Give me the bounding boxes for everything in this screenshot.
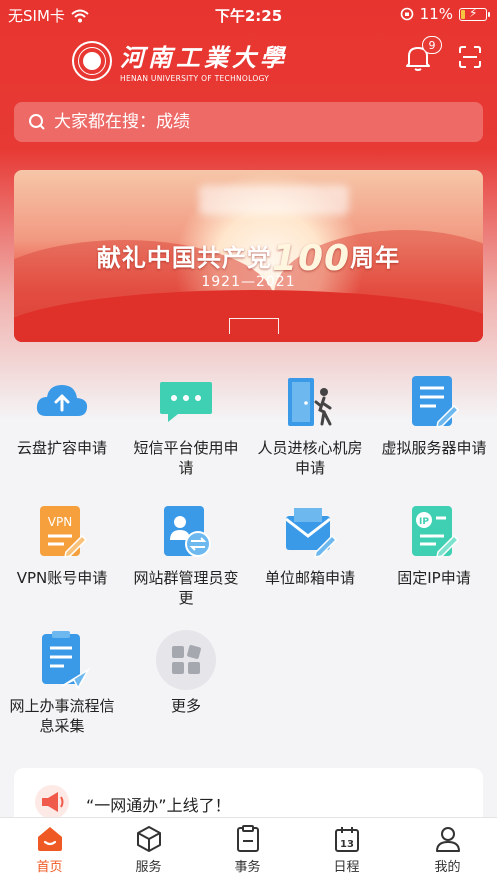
university-logo: 河南工業大學 HENAN UNIVERSITY OF TECHNOLOGY (72, 38, 288, 83)
megaphone-icon (35, 785, 69, 819)
promo-banner[interactable]: 献礼中国共产党100周年 1921—2021 (14, 170, 483, 342)
search-input[interactable] (54, 112, 454, 132)
service-label: 更多 (170, 697, 201, 715)
announcement-text: “一网通办”上线了！ (86, 796, 231, 815)
banner-years: 1921—2021 (201, 274, 296, 290)
more-grid-icon (156, 630, 216, 690)
service-label: 人员进核心机房申请 (257, 439, 363, 477)
logo-english-name: HENAN UNIVERSITY OF TECHNOLOGY (120, 74, 270, 83)
home-icon (37, 827, 62, 851)
tab-profile[interactable]: 我的 (398, 824, 497, 875)
service-cloud-disk[interactable]: 云盘扩容申请 (0, 372, 124, 458)
service-more[interactable]: 更多 (124, 630, 248, 716)
calendar-icon: 13 (334, 827, 359, 852)
tab-affairs[interactable]: 事务 (198, 824, 297, 875)
service-virtual-server[interactable]: 虚拟服务器申请 (372, 372, 496, 458)
gate-tower-icon (229, 318, 279, 334)
calendar-day: 13 (340, 839, 354, 850)
clipboard-icon (236, 825, 259, 852)
server-form-icon (412, 376, 460, 428)
service-label: 单位邮箱申请 (264, 569, 355, 587)
service-label: 网上办事流程信息采集 (9, 697, 115, 735)
admin-swap-icon (164, 506, 211, 557)
battery-percent: 11% (419, 5, 453, 23)
service-vpn[interactable]: VPN VPN账号申请 (0, 502, 124, 588)
battery-icon: ⚡ (459, 6, 490, 21)
tab-services[interactable]: 服务 (99, 824, 198, 875)
service-label: 网站群管理员变更 (133, 569, 239, 607)
banner-number: 100 (271, 238, 351, 279)
service-label: 固定IP申请 (397, 569, 471, 587)
service-label: 云盘扩容申请 (16, 439, 107, 457)
rotation-lock-icon (400, 7, 413, 21)
status-bar: 无SIM卡 下午2:25 11% ⚡ (0, 0, 497, 30)
profile-icon (435, 827, 460, 852)
banner-title: 献礼中国共产党100周年 (96, 238, 401, 279)
notification-badge: 9 (422, 36, 442, 54)
service-core-room[interactable]: 人员进核心机房申请 (248, 372, 372, 478)
service-unit-mail[interactable]: 单位邮箱申请 (248, 502, 372, 588)
service-label: 短信平台使用申请 (133, 439, 239, 477)
service-sms-platform[interactable]: 短信平台使用申请 (124, 372, 248, 478)
sms-chat-icon (160, 382, 212, 422)
search-bar[interactable] (14, 102, 483, 142)
cube-icon (136, 826, 161, 852)
svg-text:IP: IP (419, 517, 429, 527)
search-icon (29, 114, 45, 130)
svg-text:VPN: VPN (48, 515, 72, 529)
logo-chinese-name: 河南工業大學 (120, 43, 288, 72)
status-right: 11% ⚡ (400, 5, 490, 23)
tab-home[interactable]: 首页 (0, 824, 99, 875)
mail-edit-icon (285, 508, 338, 558)
ip-doc-icon: IP (412, 506, 460, 558)
vpn-doc-icon: VPN (40, 506, 88, 558)
service-label: 虚拟服务器申请 (381, 439, 487, 457)
scan-icon[interactable] (458, 45, 482, 69)
door-person-icon (288, 378, 332, 426)
service-info-collect[interactable]: 网上办事流程信息采集 (0, 630, 124, 736)
tab-schedule[interactable]: 13 日程 (297, 824, 396, 875)
form-send-icon (42, 631, 91, 690)
service-fixed-ip[interactable]: IP 固定IP申请 (372, 502, 496, 588)
service-label: VPN账号申请 (16, 569, 108, 587)
cloud-upload-icon (36, 385, 88, 416)
top-nav: 河南工業大學 HENAN UNIVERSITY OF TECHNOLOGY 9 (0, 30, 497, 90)
university-seal-icon (72, 40, 112, 81)
service-site-admin[interactable]: 网站群管理员变更 (124, 502, 248, 608)
bottom-tab-bar: 首页 服务 事务 13 日程 我的 (0, 817, 497, 883)
